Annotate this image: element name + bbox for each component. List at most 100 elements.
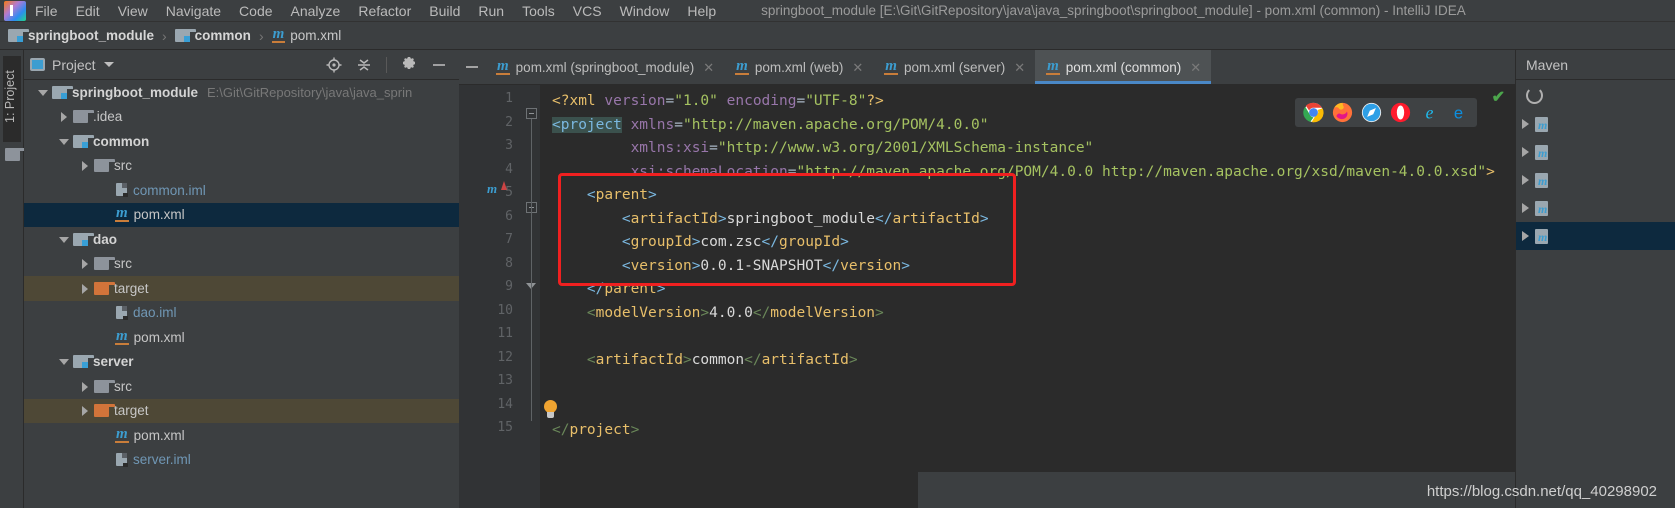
tree-node--idea[interactable]: .idea xyxy=(24,105,459,130)
chevron-right-icon[interactable] xyxy=(1522,231,1529,241)
chevron-down-icon[interactable] xyxy=(103,62,114,67)
chevron-right-icon[interactable] xyxy=(1522,175,1529,185)
tree-node-pom-xml[interactable]: m pom.xml xyxy=(24,325,459,350)
tree-node-dao[interactable]: dao xyxy=(24,227,459,252)
menu-run[interactable]: Run xyxy=(469,0,513,22)
collapse-all-icon[interactable] xyxy=(356,57,372,73)
menu-navigate[interactable]: Navigate xyxy=(157,0,230,22)
tree-node-common-iml[interactable]: common.iml xyxy=(24,178,459,203)
code-line[interactable]: xsi:schemaLocation="http://maven.apache.… xyxy=(552,161,1495,185)
chevron-right-icon[interactable] xyxy=(1522,203,1529,213)
tab-pom-web[interactable]: m pom.xml (web) ✕ xyxy=(724,50,873,84)
chevron-right-icon[interactable] xyxy=(78,257,91,270)
menu-refactor[interactable]: Refactor xyxy=(349,0,420,22)
gear-icon[interactable] xyxy=(401,56,417,73)
chevron-down-icon[interactable] xyxy=(57,355,70,368)
editor-tab-bar: m pom.xml (springboot_module) ✕ m pom.xm… xyxy=(459,50,1515,85)
menu-build[interactable]: Build xyxy=(420,0,469,22)
refresh-icon[interactable] xyxy=(1526,86,1543,104)
maven-parent-gutter-icon[interactable]: m xyxy=(487,181,497,197)
module-icon xyxy=(174,29,196,42)
fold-marker-project[interactable] xyxy=(526,108,537,119)
tree-node-src[interactable]: src xyxy=(24,374,459,399)
tree-node-target[interactable]: target xyxy=(24,276,459,301)
menu-edit[interactable]: Edit xyxy=(67,0,109,22)
maven-project-row[interactable]: m xyxy=(1516,166,1675,194)
code-line[interactable]: xmlns:xsi="http://www.w3.org/2001/XMLSch… xyxy=(552,137,1094,161)
menu-code[interactable]: Code xyxy=(230,0,281,22)
code-line[interactable]: </project> xyxy=(552,419,639,443)
breadcrumb-item-common[interactable]: common xyxy=(174,28,251,43)
folder-orange-icon xyxy=(94,404,115,418)
line-number: 8 xyxy=(505,255,513,271)
menu-view[interactable]: View xyxy=(109,0,157,22)
menu-help[interactable]: Help xyxy=(678,0,725,22)
code-line[interactable]: <version>0.0.1-SNAPSHOT</version> xyxy=(552,255,910,279)
code-line[interactable]: <artifactId>springboot_module</artifactI… xyxy=(552,208,989,232)
menu-vcs[interactable]: VCS xyxy=(564,0,611,22)
code-editor[interactable]: 1 2 3 4 5 6 7 8 9 10 11 12 13 14 15 m <?xml version="1… xyxy=(459,85,1515,508)
code-line[interactable]: <project xmlns="http://maven.apache.org/… xyxy=(552,114,989,138)
code-line[interactable]: <modelVersion>4.0.0</modelVersion> xyxy=(552,302,884,326)
breadcrumb-item-springboot-module[interactable]: springboot_module xyxy=(8,28,154,43)
intention-bulb-icon[interactable] xyxy=(543,400,558,419)
minimize-icon[interactable] xyxy=(431,57,447,73)
close-icon[interactable]: ✕ xyxy=(1190,61,1201,74)
chevron-right-icon[interactable] xyxy=(1522,119,1529,129)
internet-explorer-icon[interactable]: e xyxy=(1419,102,1440,123)
menu-window[interactable]: Window xyxy=(611,0,679,22)
tree-node-src[interactable]: src xyxy=(24,154,459,179)
chevron-down-icon[interactable] xyxy=(57,233,70,246)
code-line[interactable]: </parent> xyxy=(552,278,666,302)
tree-node-pom-xml[interactable]: m pom.xml xyxy=(24,423,459,448)
tool-window-button-project[interactable]: 1: Project xyxy=(3,56,21,142)
chevron-right-icon[interactable] xyxy=(78,404,91,417)
close-icon[interactable]: ✕ xyxy=(852,61,863,74)
firefox-icon[interactable] xyxy=(1332,102,1353,123)
locate-target-icon[interactable] xyxy=(326,57,342,73)
hide-tabs-icon[interactable] xyxy=(459,50,485,84)
edge-icon[interactable]: e xyxy=(1448,102,1469,123)
chevron-right-icon[interactable] xyxy=(1522,147,1529,157)
menu-tools[interactable]: Tools xyxy=(513,0,564,22)
tab-pom-springboot-module[interactable]: m pom.xml (springboot_module) ✕ xyxy=(485,50,724,84)
tree-node-target[interactable]: target xyxy=(24,398,459,423)
safari-icon[interactable] xyxy=(1361,102,1382,123)
intellij-idea-logo-icon xyxy=(4,0,26,21)
chrome-icon[interactable] xyxy=(1303,102,1324,123)
code-line[interactable]: <?xml version="1.0" encoding="UTF-8"?> xyxy=(552,90,884,114)
code-line[interactable]: <artifactId>common</artifactId> xyxy=(552,349,858,373)
maven-project-row[interactable]: m xyxy=(1516,110,1675,138)
chevron-right-icon[interactable] xyxy=(78,380,91,393)
opera-icon[interactable] xyxy=(1390,102,1411,123)
menu-file[interactable]: File xyxy=(26,0,67,22)
chevron-right-icon[interactable] xyxy=(57,110,70,123)
tree-node-common[interactable]: common xyxy=(24,129,459,154)
tree-node-dao-iml[interactable]: dao.iml xyxy=(24,301,459,326)
tab-pom-common[interactable]: m pom.xml (common) ✕ xyxy=(1035,50,1212,84)
maven-project-row[interactable]: m xyxy=(1516,194,1675,222)
close-icon[interactable]: ✕ xyxy=(703,61,714,74)
code-line[interactable]: <groupId>com.zsc</groupId> xyxy=(552,231,849,255)
tree-node-server[interactable]: server xyxy=(24,350,459,375)
code-line[interactable]: <parent> xyxy=(552,184,657,208)
close-icon[interactable]: ✕ xyxy=(1014,61,1025,74)
breadcrumb-item-pom-xml[interactable]: m pom.xml xyxy=(271,27,341,43)
tree-node-src[interactable]: src xyxy=(24,252,459,277)
maven-project-row[interactable]: m xyxy=(1516,222,1675,250)
menu-analyze[interactable]: Analyze xyxy=(282,0,350,22)
inspections-ok-check-icon[interactable]: ✔ xyxy=(1492,87,1505,107)
folder-icon[interactable] xyxy=(5,148,26,161)
chevron-down-icon[interactable] xyxy=(36,86,49,99)
tree-node-server-iml[interactable]: server.iml xyxy=(24,448,459,473)
maven-project-row[interactable]: m xyxy=(1516,138,1675,166)
chevron-right-icon[interactable] xyxy=(78,282,91,295)
chevron-right-icon[interactable] xyxy=(78,159,91,172)
folder-orange-icon xyxy=(94,281,115,295)
tab-pom-server[interactable]: m pom.xml (server) ✕ xyxy=(873,50,1035,84)
maven-module-icon: m xyxy=(1535,172,1550,188)
tree-node-pom-xml[interactable]: m pom.xml xyxy=(24,202,459,227)
chevron-down-icon[interactable] xyxy=(57,135,70,148)
code-text[interactable]: <?xml version="1.0" encoding="UTF-8"?> <p… xyxy=(540,85,1515,508)
tree-node-springboot-module[interactable]: springboot_module E:\Git\GitRepository\ja… xyxy=(24,80,459,105)
